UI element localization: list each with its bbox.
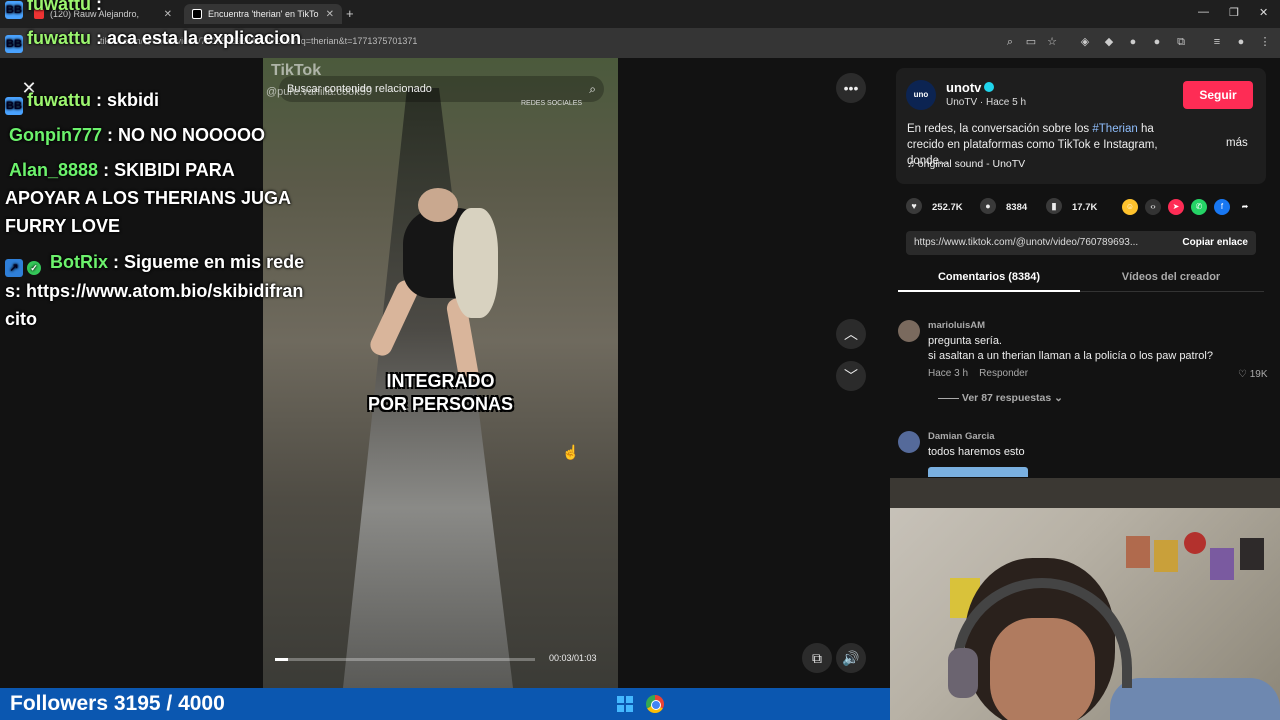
zoom-icon[interactable]: ⌕ [1003, 35, 1017, 49]
comments-count: 8384 [1006, 202, 1028, 213]
view-replies-button[interactable]: —— Ver 87 respuestas ⌄ [938, 392, 1063, 404]
chrome-taskbar-icon[interactable] [646, 695, 664, 713]
close-window-icon[interactable]: ✕ [1259, 6, 1268, 19]
bookmark-icon[interactable]: ▮ [1046, 198, 1062, 214]
hashtag-link[interactable]: #Therian [1092, 123, 1137, 135]
share-friends-icon[interactable]: ☺ [1122, 199, 1138, 215]
more-button[interactable]: más [1226, 137, 1248, 149]
follow-button[interactable]: Seguir [1183, 81, 1253, 109]
saves-count: 17.7K [1072, 202, 1098, 213]
chat-message: Gonpin777 : NO NO NOOOOO [9, 125, 266, 145]
extension-icon[interactable]: ● [1126, 35, 1140, 49]
comment-username[interactable]: Damian Garcia [928, 431, 995, 442]
video-player[interactable]: TikTok Buscar contenido relacionado ⌕ @p… [263, 58, 618, 688]
video-frame-person [367, 188, 513, 390]
bot-badge-icon: ↗ [5, 259, 23, 277]
chat-message: BB fuwattu : skbidi [5, 86, 305, 115]
cast-icon[interactable]: ▭ [1024, 35, 1038, 49]
more-options-button[interactable]: ••• [836, 73, 866, 103]
pip-icon[interactable]: ⧉ [802, 643, 832, 673]
info-panel: uno unotv UnoTV · Hace 5 h Seguir En red… [882, 58, 1280, 478]
copy-link-button[interactable]: Copiar enlace [1176, 231, 1248, 255]
send-icon[interactable]: ➤ [1168, 199, 1184, 215]
comment-text: pregunta sería. si asaltan a un therian … [928, 335, 1213, 362]
extension-icon[interactable]: ● [1150, 35, 1164, 49]
bttv-badge-icon: BB [5, 35, 23, 53]
extension-icon[interactable]: ◈ [1078, 35, 1092, 49]
tab-creator-videos[interactable]: Vídeos del creador [1080, 271, 1262, 283]
volume-icon[interactable]: 🔊 [836, 643, 866, 673]
music-note-icon: ♫ [907, 158, 918, 170]
panel-tabs: Comentarios (8384) Vídeos del creador [898, 266, 1264, 292]
avatar[interactable] [898, 431, 920, 453]
reply-button[interactable]: Responder [979, 368, 1028, 379]
heart-outline-icon: ♡ [1238, 369, 1250, 380]
video-progress-bar[interactable] [275, 658, 535, 661]
description-card: uno unotv UnoTV · Hace 5 h Seguir En red… [896, 68, 1266, 184]
comment-meta: Hace 3 h Responder [928, 368, 1028, 379]
comment-text: todos haremos esto [928, 446, 1025, 458]
verified-badge-icon: ✓ [27, 261, 41, 275]
avatar[interactable] [898, 320, 920, 342]
sound-link[interactable]: ♫ original sound - UnoTV [907, 158, 1025, 170]
followers-goal: Followers 3195 / 4000 [10, 692, 225, 715]
progress-fill [275, 658, 288, 661]
video-timecode: 00:03/01:03 [549, 653, 597, 663]
new-tab-button[interactable]: + [346, 6, 354, 21]
extension-icon[interactable]: ◆ [1102, 35, 1116, 49]
comment-time: Hace 3 h [928, 368, 969, 379]
comment-image[interactable] [928, 467, 1028, 477]
next-video-button[interactable]: ﹀ [836, 361, 866, 391]
creator-avatar[interactable]: uno [906, 80, 936, 110]
comment-item: marioluisAM pregunta sería. si asaltan a… [898, 320, 1268, 410]
embed-icon[interactable]: ‹› [1145, 199, 1161, 215]
engagement-stats: ♥ 252.7K ● 8384 ▮ 17.7K [906, 198, 1266, 218]
comment-item: Damian Garcia todos haremos esto [898, 431, 1268, 477]
redes-label: REDES SOCIALES [521, 100, 583, 107]
facebook-icon[interactable]: f [1214, 199, 1230, 215]
minimize-icon[interactable]: — [1198, 6, 1209, 18]
chat-message: ↗ ✓ BotRix : Sigueme en mis redes: https:… [5, 252, 305, 329]
profile-avatar-icon[interactable]: ● [1234, 35, 1248, 49]
search-icon[interactable]: ⌕ [589, 76, 596, 102]
creator-subtitle: UnoTV · Hace 5 h [946, 97, 1027, 108]
tab-comments[interactable]: Comentarios (8384) [898, 271, 1080, 292]
chat-message: Alan_8888 : SKIBIDI PARA APOYAR A LOS TH… [5, 160, 291, 236]
menu-list-icon[interactable]: ≡ [1210, 35, 1224, 49]
close-tab-icon[interactable]: ✕ [326, 9, 334, 20]
bttv-badge-icon: BB [5, 1, 23, 19]
followers-bar: Followers 3195 / 4000 [0, 688, 890, 720]
windows-start-icon[interactable] [617, 696, 633, 712]
puzzle-icon[interactable]: ⧉ [1174, 35, 1188, 49]
chat-message: BB fuwattu : [5, 0, 305, 19]
chat-message: BB fuwattu : aca esta la explicacion [5, 24, 305, 53]
maximize-icon[interactable]: ❐ [1229, 6, 1239, 19]
webcam-overlay [890, 478, 1280, 720]
bookmark-star-icon[interactable]: ☆ [1045, 35, 1059, 49]
creator-name[interactable]: unotv [946, 80, 995, 95]
previous-video-button[interactable]: ︿ [836, 319, 866, 349]
kebab-menu-icon[interactable]: ⋮ [1258, 35, 1272, 49]
likes-count: 252.7K [932, 202, 963, 213]
share-arrow-icon[interactable]: ➦ [1237, 199, 1253, 215]
video-link-field[interactable]: https://www.tiktok.com/@unotv/video/7607… [906, 231, 1256, 255]
heart-icon[interactable]: ♥ [906, 198, 922, 214]
comment-username[interactable]: marioluisAM [928, 320, 985, 331]
whatsapp-icon[interactable]: ✆ [1191, 199, 1207, 215]
mouse-cursor-icon: ☝ [562, 444, 580, 460]
verified-icon [984, 82, 995, 92]
comment-like[interactable]: ♡ 19K [1238, 369, 1268, 380]
video-caption: INTEGRADO POR PERSONAS [367, 371, 514, 414]
bttv-badge-icon: BB [5, 97, 23, 115]
comment-icon[interactable]: ● [980, 198, 996, 214]
